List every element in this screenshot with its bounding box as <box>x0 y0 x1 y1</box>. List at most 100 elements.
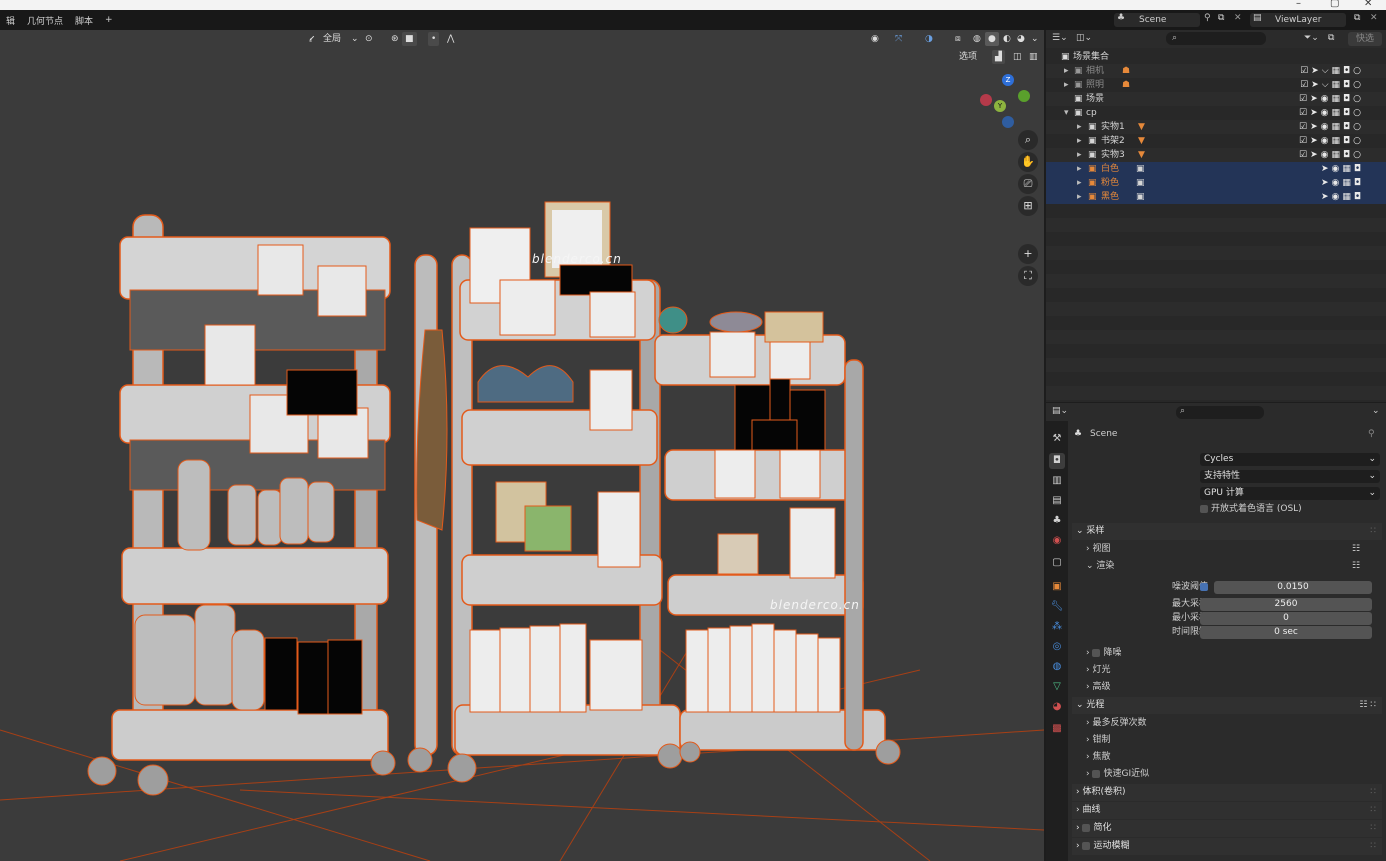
checkbox-icon[interactable] <box>1082 823 1091 832</box>
noise-threshold-checkbox[interactable] <box>1200 581 1211 594</box>
outliner-row-cp[interactable]: ▾ ▣ cp ☑➤◉▦◘○ <box>1046 106 1386 120</box>
sampling-render-subpanel[interactable]: ⌄ 渲染 <box>1086 558 1114 575</box>
presets-list-icon[interactable]: ☷ <box>1352 543 1360 556</box>
gizmo-y-label[interactable]: Y <box>994 100 1006 112</box>
delete-viewlayer-icon[interactable]: ✕ <box>1370 13 1378 23</box>
noise-threshold-field[interactable]: 0.0150 <box>1214 581 1372 594</box>
tool-tab-icon[interactable]: ⚒ <box>1049 431 1065 447</box>
motion-blur-panel-header[interactable]: › 运动模糊 ∷ <box>1072 838 1382 855</box>
gizmo-y-axis[interactable] <box>1018 90 1030 102</box>
sampling-panel-header[interactable]: ⌄ 采样 ∷ <box>1072 523 1382 540</box>
row-visibility-icons[interactable]: ☑➤◉▦◘○ <box>1299 148 1364 162</box>
perspective-grid-icon[interactable]: ⊞ <box>1018 196 1038 216</box>
shading-wireframe-icon[interactable]: ◍ <box>970 32 984 46</box>
outliner-row-scene[interactable]: ▣ 场景 ☑➤◉▦◘○ <box>1046 92 1386 106</box>
expand-arrow-icon[interactable]: ▸ <box>1064 64 1069 78</box>
row-visibility-icons[interactable]: ➤◉▦◘ <box>1321 190 1364 204</box>
presets-list-icon[interactable]: ☷ <box>1352 560 1360 573</box>
outliner-row-object1[interactable]: ▸ ▣ 实物1 ▼ ☑➤◉▦◘○ <box>1046 120 1386 134</box>
expand-arrow-icon[interactable]: ▸ <box>1064 78 1069 92</box>
advanced-subpanel[interactable]: › 高级 <box>1086 679 1111 696</box>
collection-tab-icon[interactable]: ▢ <box>1049 555 1065 571</box>
physics-tab-icon[interactable]: ◎ <box>1049 639 1065 655</box>
local-view-icon[interactable]: ⛶ <box>1018 266 1038 286</box>
expand-arrow-icon[interactable]: ▸ <box>1077 120 1082 134</box>
shading-dropdown-icon[interactable]: ⌄ <box>1028 32 1042 46</box>
gizmo-neg-z-axis[interactable] <box>1002 116 1014 128</box>
expand-arrow-icon[interactable]: ▸ <box>1077 162 1082 176</box>
outliner-row-shelf2[interactable]: ▸ ▣ 书架2 ▼ ☑➤◉▦◘○ <box>1046 134 1386 148</box>
zoom-icon[interactable]: ⌕ <box>1018 130 1038 150</box>
outliner-row-scene-collection[interactable]: ▣ 场景集合 <box>1046 50 1386 64</box>
expand-arrow-icon[interactable]: ▸ <box>1077 134 1082 148</box>
particles-tab-icon[interactable]: ⁂ <box>1049 619 1065 635</box>
render-engine-dropdown[interactable]: Cycles ⌄ <box>1200 453 1380 466</box>
outliner-row-lighting[interactable]: ▸ ▣ 照明 ☗ ☑➤⌵▦◘○ <box>1046 78 1386 92</box>
min-samples-field[interactable]: 0 <box>1200 612 1372 625</box>
overlay-toggle-icon[interactable]: ◑ <box>922 32 936 46</box>
checkbox-icon[interactable] <box>1082 841 1091 850</box>
proportional-edit-icon[interactable]: • <box>428 32 440 46</box>
minimize-button[interactable]: – <box>1296 0 1301 9</box>
transform-orientation-dropdown[interactable]: 全局 <box>320 32 344 46</box>
volumes-panel-header[interactable]: › 体积(卷积) ∷ <box>1072 784 1382 801</box>
outliner-row-black[interactable]: ▸ ▣ 黑色 ▣ ➤◉▦◘ <box>1046 190 1386 204</box>
gizmo-toggle-icon[interactable]: ⤧ <box>892 32 905 46</box>
simplify-panel-header[interactable]: › 简化 ∷ <box>1072 820 1382 837</box>
gizmo-z-axis[interactable]: Z <box>1002 74 1014 86</box>
new-scene-icon[interactable]: ⧉ <box>1218 13 1224 23</box>
collapse-arrow-icon[interactable]: ▾ <box>1064 106 1069 120</box>
row-visibility-icons[interactable]: ☑➤⌵▦◘○ <box>1300 64 1364 78</box>
shading-solid-icon[interactable]: ● <box>985 32 999 46</box>
region-toggle-icon[interactable]: ▥ <box>1026 50 1041 64</box>
checkbox-icon[interactable] <box>1092 648 1101 657</box>
viewport-options-dropdown[interactable]: 选项 <box>956 50 980 64</box>
row-visibility-icons[interactable]: ☑➤⌵▦◘○ <box>1300 78 1364 92</box>
data-tab-icon[interactable]: ▽ <box>1049 679 1065 695</box>
output-tab-icon[interactable]: ▥ <box>1049 473 1065 489</box>
shading-rendered-icon[interactable]: ◕ <box>1014 32 1028 46</box>
pin-icon[interactable]: ⚲ <box>1204 13 1211 23</box>
sampling-viewport-subpanel[interactable]: › 视图 <box>1086 541 1111 558</box>
material-tab-icon[interactable]: ◕ <box>1049 699 1065 715</box>
outliner-row-object3[interactable]: ▸ ▣ 实物3 ▼ ☑➤◉▦◘○ <box>1046 148 1386 162</box>
feature-set-dropdown[interactable]: 支持特性 ⌄ <box>1200 470 1380 483</box>
editor-type-icon[interactable]: ▤⌄ <box>1052 406 1068 416</box>
expand-arrow-icon[interactable]: ▸ <box>1077 190 1082 204</box>
add-workspace-button[interactable]: + <box>99 15 119 25</box>
outliner-search-input[interactable] <box>1166 32 1266 45</box>
chevron-down-icon[interactable]: ⌄ <box>1372 406 1380 416</box>
modifier-tab-icon[interactable]: 🔧︎ <box>1049 599 1065 615</box>
add-view-icon[interactable]: + <box>1018 244 1038 264</box>
snap-icon[interactable]: ⊛ <box>388 32 402 46</box>
editor-type-icon[interactable]: ☰⌄ <box>1052 33 1068 43</box>
light-paths-panel-header[interactable]: ⌄ 光程 ☷ ∷ <box>1072 697 1382 714</box>
delete-scene-icon[interactable]: ✕ <box>1234 13 1242 23</box>
transform-orientation-icon[interactable]: ⭹ <box>306 32 318 46</box>
row-visibility-icons[interactable]: ☑➤◉▦◘○ <box>1299 92 1364 106</box>
falloff-icon[interactable]: ⋀ <box>444 32 457 46</box>
object-tab-icon[interactable]: ▣ <box>1049 579 1065 595</box>
3d-viewport[interactable]: blenderco.cn blenderco.cn ⭹ 全局 ⌄ ⊙ ⊛ ■ •… <box>0 30 1044 861</box>
row-visibility-icons[interactable]: ☑➤◉▦◘○ <box>1299 106 1364 120</box>
outliner-row-white[interactable]: ▸ ▣ 白色 ▣ ➤◉▦◘ <box>1046 162 1386 176</box>
caustics-subpanel[interactable]: › 焦散 <box>1086 749 1111 766</box>
curves-panel-header[interactable]: › 曲线 ∷ <box>1072 802 1382 819</box>
render-tab-icon[interactable]: ◘ <box>1049 453 1065 469</box>
fast-gi-subpanel[interactable]: › 快速GI近似 <box>1086 766 1149 783</box>
properties-search-input[interactable] <box>1176 406 1264 419</box>
new-collection-icon[interactable]: ⧉ <box>1328 33 1334 43</box>
max-samples-field[interactable]: 2560 <box>1200 598 1372 611</box>
workspace-tab-partial[interactable]: 辑 <box>0 14 21 27</box>
outliner-row-camera[interactable]: ▸ ▣ 相机 ☗ ☑➤⌵▦◘○ <box>1046 64 1386 78</box>
max-bounces-subpanel[interactable]: › 最多反弹次数 <box>1086 715 1147 732</box>
world-tab-icon[interactable]: ◉ <box>1049 533 1065 549</box>
row-visibility-icons[interactable]: ☑➤◉▦◘○ <box>1299 120 1364 134</box>
outliner-row-pink[interactable]: ▸ ▣ 粉色 ▣ ➤◉▦◘ <box>1046 176 1386 190</box>
chevron-down-icon[interactable]: ⌄ <box>348 32 362 46</box>
texture-tab-icon[interactable]: ▩ <box>1049 721 1065 737</box>
camera-view-icon[interactable]: ⎚ <box>1018 174 1038 194</box>
close-button[interactable]: ✕ <box>1364 0 1372 9</box>
denoise-subpanel[interactable]: › 降噪 <box>1086 645 1122 662</box>
expand-arrow-icon[interactable]: ▸ <box>1077 176 1082 190</box>
